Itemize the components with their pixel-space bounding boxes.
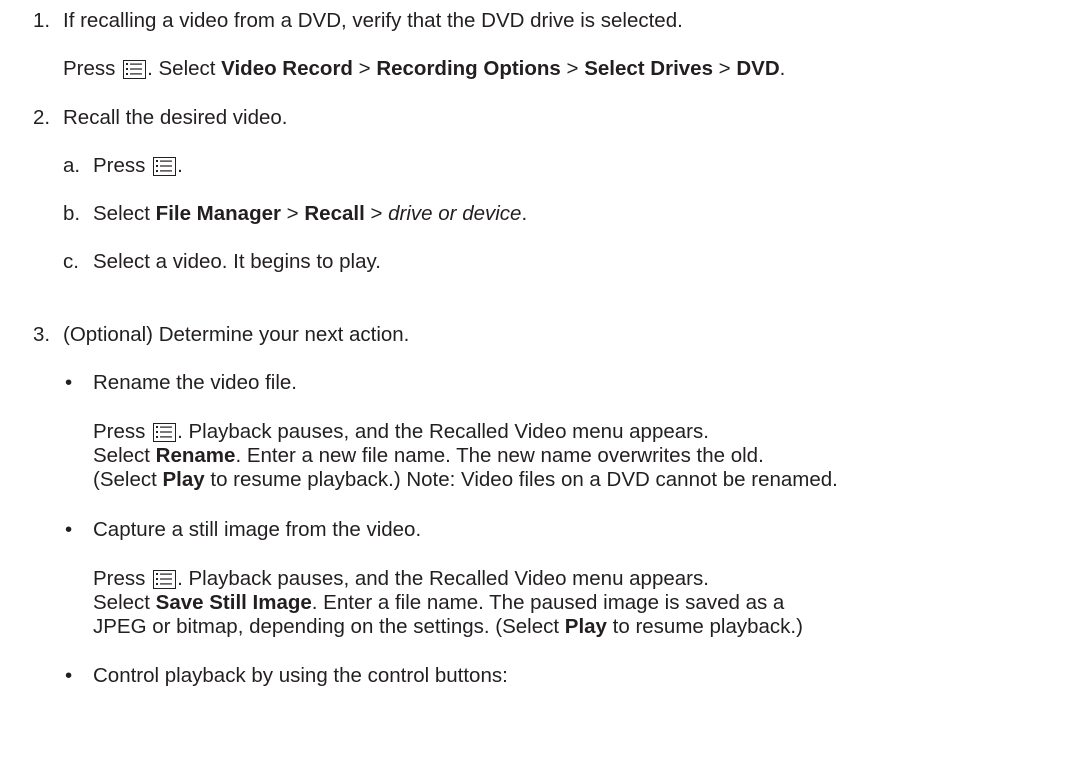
path-separator: > bbox=[364, 202, 389, 225]
step-text: (Optional) Determine your next action. bbox=[63, 323, 410, 346]
menu-button-icon bbox=[153, 157, 177, 176]
bullet-rename-line-2: Select Rename. Enter a new file name. Th… bbox=[93, 444, 764, 468]
bullet-rename: • Rename the video file. bbox=[65, 371, 297, 395]
path-separator: > bbox=[560, 57, 585, 80]
step-number: 2. bbox=[33, 106, 51, 129]
menu-path-recording-options: Recording Options bbox=[376, 57, 561, 80]
menu-item-play: Play bbox=[162, 468, 205, 491]
bullet-marker: • bbox=[65, 664, 73, 687]
step-text: Recall the desired video. bbox=[63, 106, 288, 129]
bullet-title: Capture a still image from the video. bbox=[93, 518, 422, 541]
substep-text: Press . bbox=[93, 154, 183, 178]
instruction-text: . Enter a new file name. The new name ov… bbox=[235, 444, 764, 467]
menu-item-rename: Rename bbox=[155, 444, 236, 467]
menu-path-video-record: Video Record bbox=[221, 57, 353, 80]
bullet-marker: • bbox=[65, 518, 73, 541]
bullet-capture-line-1: Press . Playback pauses, and the Recalle… bbox=[93, 567, 709, 591]
drive-or-device: drive or device bbox=[388, 202, 522, 225]
path-separator: > bbox=[712, 57, 737, 80]
step-2: 2. Recall the desired video. bbox=[33, 106, 288, 130]
substep-text: Select File Manager > Recall > drive or … bbox=[93, 202, 527, 226]
substep-text: Select a video. It begins to play. bbox=[93, 250, 381, 273]
menu-item-play: Play bbox=[564, 615, 607, 638]
path-separator: > bbox=[280, 202, 305, 225]
menu-button-icon bbox=[153, 423, 177, 442]
period: . bbox=[177, 154, 183, 177]
instruction-text: (Select bbox=[93, 468, 163, 491]
bullet-capture-still: • Capture a still image from the video. bbox=[65, 518, 421, 542]
step-text: If recalling a video from a DVD, verify … bbox=[63, 9, 683, 32]
period: . bbox=[779, 57, 786, 80]
bullet-control-playback: • Control playback by using the control … bbox=[65, 664, 508, 688]
instruction-text: JPEG or bitmap, depending on the setting… bbox=[93, 615, 565, 638]
substep-letter: c. bbox=[63, 250, 79, 273]
substep-c: c. Select a video. It begins to play. bbox=[63, 250, 381, 274]
instruction-text: . Playback pauses, and the Recalled Vide… bbox=[177, 420, 709, 443]
select-text: Select bbox=[93, 202, 156, 225]
bullet-marker: • bbox=[65, 371, 73, 394]
bullet-capture-line-3: JPEG or bitmap, depending on the setting… bbox=[93, 615, 803, 639]
press-text: Press bbox=[63, 57, 116, 80]
menu-path-recall: Recall bbox=[304, 202, 365, 225]
bullet-rename-line-3: (Select Play to resume playback.) Note: … bbox=[93, 468, 838, 492]
menu-button-icon bbox=[153, 570, 177, 589]
press-text: Press bbox=[93, 420, 146, 443]
substep-b: b. Select File Manager > Recall > drive … bbox=[63, 202, 527, 226]
select-text: . Select bbox=[147, 57, 222, 80]
press-text: Press bbox=[93, 154, 146, 177]
substep-letter: b. bbox=[63, 202, 81, 225]
step-number: 1. bbox=[33, 9, 51, 32]
bullet-rename-line-1: Press . Playback pauses, and the Recalle… bbox=[93, 420, 709, 444]
instruction-text: to resume playback.) Note: Video files o… bbox=[204, 468, 838, 491]
menu-path-file-manager: File Manager bbox=[155, 202, 281, 225]
menu-button-icon bbox=[123, 60, 147, 79]
menu-path-select-drives: Select Drives bbox=[584, 57, 713, 80]
manual-page: 1. If recalling a video from a DVD, veri… bbox=[0, 0, 1080, 778]
menu-path-dvd: DVD bbox=[736, 57, 780, 80]
select-text: Select bbox=[93, 444, 156, 467]
instruction-text: to resume playback.) bbox=[606, 615, 803, 638]
press-text: Press bbox=[93, 567, 146, 590]
substep-letter: a. bbox=[63, 154, 81, 177]
substep-a: a. Press . bbox=[63, 154, 183, 178]
step-3: 3. (Optional) Determine your next action… bbox=[33, 323, 409, 347]
instruction-text: . Enter a file name. The paused image is… bbox=[311, 591, 785, 614]
period: . bbox=[521, 202, 528, 225]
step-1-instruction: Press . Select Video Record > Recording … bbox=[63, 57, 785, 81]
path-separator: > bbox=[352, 57, 377, 80]
bullet-title: Control playback by using the control bu… bbox=[93, 664, 508, 687]
bullet-capture-line-2: Select Save Still Image. Enter a file na… bbox=[93, 591, 784, 615]
instruction-text: . Playback pauses, and the Recalled Vide… bbox=[177, 567, 709, 590]
step-1: 1. If recalling a video from a DVD, veri… bbox=[33, 9, 683, 33]
step-number: 3. bbox=[33, 323, 51, 346]
menu-item-save-still-image: Save Still Image bbox=[155, 591, 312, 614]
bullet-title: Rename the video file. bbox=[93, 371, 297, 394]
select-text: Select bbox=[93, 591, 156, 614]
